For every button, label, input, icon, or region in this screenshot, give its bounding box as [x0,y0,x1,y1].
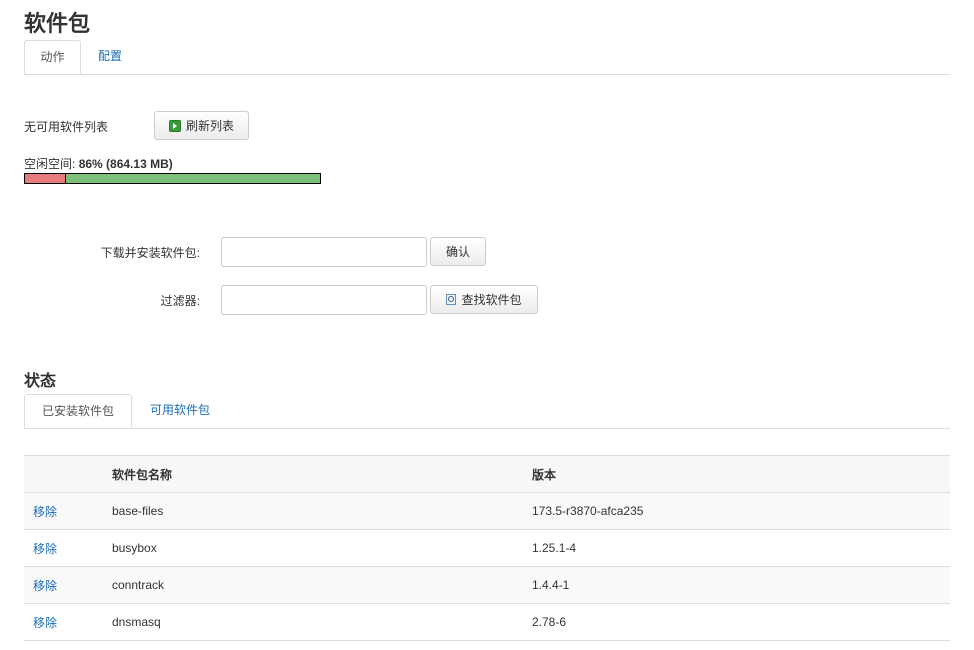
status-title: 状态 [24,373,57,390]
remove-link[interactable]: 移除 [33,616,57,630]
table-row: 移除 dnsmasq 2.78-6 [24,603,950,641]
tab-actions[interactable]: 动作 [24,40,81,74]
package-version: 1.4.4-1 [532,566,950,604]
filter-input[interactable] [221,285,427,315]
table-row: 移除 busybox 1.25.1-4 [24,529,950,567]
table-row: 移除 base-files 173.5-r3870-afca235 [24,492,950,530]
tab-config[interactable]: 配置 [98,40,122,73]
no-package-list-text: 无可用软件列表 [24,120,109,134]
remove-link[interactable]: 移除 [33,542,57,556]
remove-link[interactable]: 移除 [33,505,57,519]
free-space-value: 86% (864.13 MB) [78,157,173,171]
package-name: dnsmasq [112,603,532,641]
used-space-fill [25,174,67,183]
filter-label: 过滤器: [160,294,200,308]
table-row: 移除 conntrack 1.4.4-1 [24,566,950,604]
free-space-bar [24,173,321,184]
refresh-icon [168,119,181,132]
free-space-label: 空闲空间: [24,157,76,171]
package-name-header: 软件包名称 [112,455,532,493]
install-package-label: 下载并安装软件包: [100,246,200,260]
action-column-header [24,455,112,493]
package-name: conntrack [112,566,532,604]
version-header: 版本 [532,455,950,493]
confirm-install-button[interactable]: 确认 [430,237,486,266]
package-version: 2.78-6 [532,603,950,641]
package-name: busybox [112,529,532,567]
status-tabs: 已安装软件包 可用软件包 [24,394,950,429]
table-header-row: 软件包名称 版本 [24,455,950,493]
tab-available-packages[interactable]: 可用软件包 [150,394,210,427]
remove-link[interactable]: 移除 [33,579,57,593]
page-title: 软件包 [24,11,91,36]
free-space-info: 空闲空间: 86% (864.13 MB) [24,155,173,172]
search-icon [446,294,457,305]
package-version: 1.25.1-4 [532,529,950,567]
confirm-install-label: 确认 [445,245,470,259]
refresh-list-button[interactable]: 刷新列表 [154,111,249,140]
find-package-label: 查找软件包 [461,293,522,307]
installed-packages-table: 软件包名称 版本 移除 base-files 173.5-r3870-afca2… [24,455,950,641]
top-tabs: 动作 配置 [24,40,950,75]
install-package-input[interactable] [221,237,427,267]
refresh-list-label: 刷新列表 [185,119,234,133]
free-space-fill [66,174,320,183]
find-package-button[interactable]: 查找软件包 [430,285,538,314]
package-name: base-files [112,492,532,530]
package-version: 173.5-r3870-afca235 [532,492,950,530]
tab-installed-packages[interactable]: 已安装软件包 [24,394,132,428]
